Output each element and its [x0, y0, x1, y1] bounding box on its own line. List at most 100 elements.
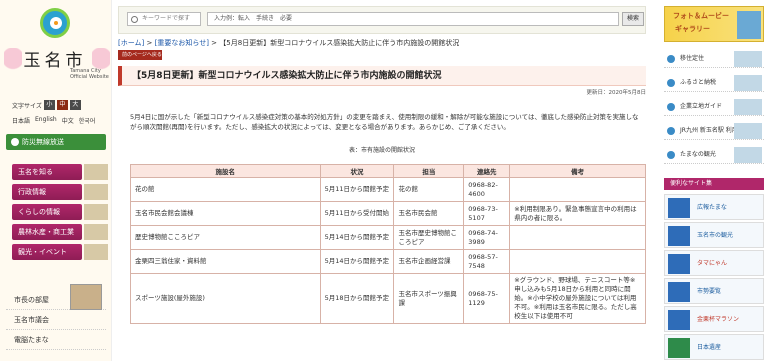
right-link-business[interactable]: 企業立地ガイド [664, 98, 764, 116]
ad-label: 市勢要覧 [697, 288, 722, 295]
breadcrumb-sep: > [211, 39, 218, 47]
main-nav: 玉名を知る 行政情報 くらしの情報 農林水産・商工業 観光・イベント [12, 164, 108, 264]
nav-item-label: くらしの情報 [18, 208, 60, 216]
search-button[interactable]: 検索 [622, 12, 644, 26]
nav-thumbnail [84, 184, 108, 200]
train-icon [667, 127, 675, 135]
right-link-migration[interactable]: 移住定住 [664, 50, 764, 68]
nav-item-label: 行政情報 [18, 188, 46, 196]
cell-phone: 0968-82-4600 [463, 177, 511, 202]
right-link-sightseeing[interactable]: たまなの観光 [664, 146, 764, 164]
header-contact-dept: 担当 [393, 164, 465, 178]
font-size-small-button[interactable]: 小 [43, 100, 55, 110]
link-dennou[interactable]: 電脳たまな [6, 330, 106, 350]
right-link-furusato[interactable]: ふるさと納税 [664, 74, 764, 92]
language-links: 日本語 English 中文 한국어 [12, 116, 95, 125]
city-logo-icon[interactable] [40, 8, 70, 38]
ad-japan-heritage[interactable]: 日本遺産 [664, 334, 764, 360]
cell-dept: 玉名市スポーツ振興課 [393, 273, 465, 324]
page: 玉名市 Tamana City Official Website 文字サイズ 小… [0, 0, 768, 361]
breadcrumb-current: 【5月8日更新】新型コロナウイルス感染拡大防止に伴う市内施設の開館状況 [219, 39, 460, 47]
lang-english-link[interactable]: English [35, 116, 57, 125]
font-size-medium-button[interactable]: 中 [56, 100, 68, 110]
link-thumbnail [734, 51, 762, 67]
link-thumbnail [734, 75, 762, 91]
camera-icon [667, 151, 675, 159]
back-button[interactable]: 前のページへ戻る [118, 50, 162, 60]
right-link-label: ふるさと納税 [680, 79, 717, 86]
facility-table: 施設名 状況 担当 連絡先 備考 花の館 5月11日から開館予定 花の館 096… [130, 164, 646, 324]
link-thumbnail [734, 123, 762, 139]
cell-phone: 0968-73-5107 [463, 201, 511, 226]
nav-thumbnail [84, 244, 108, 260]
font-size-label: 文字サイズ [12, 102, 42, 110]
header-status: 状況 [319, 164, 395, 178]
mayor-photo[interactable] [70, 284, 102, 310]
cell-facility: 金栗四三翁住家・資料館 [130, 249, 321, 274]
right-link-station[interactable]: JR九州 新玉名駅 利用案内 [664, 122, 764, 140]
nav-item-tourism[interactable]: 観光・イベント [12, 244, 108, 260]
search-icon [131, 16, 138, 23]
lang-chinese-link[interactable]: 中文 [62, 116, 74, 125]
cell-notes [509, 177, 646, 202]
cell-status: 5月14日から開館予定 [319, 225, 395, 250]
cherry-blossom-icon [4, 48, 22, 82]
nav-item-admin[interactable]: 行政情報 [12, 184, 108, 200]
cell-notes: ※利用制限あり。緊急事態宣言中の利用は県内の者に限る。 [509, 201, 646, 226]
ad-tourism[interactable]: 玉名市の観光 [664, 222, 764, 248]
right-link-label: 企業立地ガイド [680, 103, 723, 110]
table-header-row: 施設名 状況 担当 連絡先 備考 [130, 164, 646, 178]
table-row: 金栗四三翁住家・資料館 5月14日から開館予定 玉名市企画経営課 0968-57… [130, 249, 646, 274]
ad-koho-tamana[interactable]: 広報たまな [664, 194, 764, 220]
disaster-broadcast-button[interactable]: 防災無線放送 [6, 134, 106, 150]
nav-item-living[interactable]: くらしの情報 [12, 204, 108, 220]
nav-item-about[interactable]: 玉名を知る [12, 164, 108, 180]
body-text: 5月4日に国が示した「新型コロナウイルス感染症対策の基本的対処方針」の変更を踏ま… [130, 113, 639, 131]
table-row: 歴史博物館こころピア 5月14日から開館予定 玉名市歴史博物館こころピア 096… [130, 225, 646, 250]
table-caption: 表：市有施設の開館状況 [348, 147, 415, 154]
ad-city-profile[interactable]: 市勢要覧 [664, 278, 764, 304]
ad-kanakuri-marathon[interactable]: 金栗杯マラソン [664, 306, 764, 332]
banner-thumbnail [737, 11, 761, 39]
lang-korean-link[interactable]: 한국어 [79, 116, 96, 125]
breadcrumb: [ホーム] > [重要なお知らせ] > 【5月8日更新】新型コロナウイルス感染拡… [118, 38, 646, 50]
header-notes: 備考 [509, 164, 646, 178]
cell-notes [509, 225, 646, 250]
banner-line1: フォト＆ムービー [673, 12, 729, 20]
facebook-icon [668, 226, 690, 246]
breadcrumb-sep: > [146, 39, 153, 47]
cell-facility: 花の館 [130, 177, 321, 202]
cell-status: 5月14日から開館予定 [319, 249, 395, 274]
photo-gallery-banner[interactable]: フォト＆ムービー ギャラリー [664, 6, 764, 42]
cell-phone: 0968-75-1129 [463, 273, 511, 324]
cell-facility: 玉名市民会館会議棟 [130, 201, 321, 226]
building-icon [667, 103, 675, 111]
keyword-search-label: キーワードで探す [127, 12, 201, 26]
search-input[interactable]: 入力例：転入 手続き 必要 [207, 12, 619, 26]
search-label-text: キーワードで探す [142, 15, 191, 22]
cell-phone: 0968-57-7548 [463, 249, 511, 274]
search-header: キーワードで探す 入力例：転入 手続き 必要 検索 [118, 6, 646, 34]
speaker-icon [11, 138, 19, 146]
facebook-icon [668, 198, 690, 218]
cell-dept: 玉名市歴史博物館こころピア [393, 225, 465, 250]
breadcrumb-home-link[interactable]: [ホーム] [118, 39, 144, 47]
nav-item-label: 観光・イベント [18, 248, 67, 256]
header-facility: 施設名 [130, 164, 321, 178]
cell-facility: 歴史博物館こころピア [130, 225, 321, 250]
cell-status: 5月18日から開館予定 [319, 273, 395, 324]
updated-date: 更新日：2020年5月8日 [586, 90, 647, 96]
book-icon [668, 282, 690, 302]
nav-item-industry[interactable]: 農林水産・商工業 [12, 224, 108, 240]
nav-item-label: 農林水産・商工業 [18, 228, 74, 236]
cell-dept: 玉名市企画経営課 [393, 249, 465, 274]
breadcrumb-important-link[interactable]: [重要なお知らせ] [155, 39, 209, 47]
ad-tamanyan[interactable]: タマにゃん [664, 250, 764, 276]
lang-japanese-link[interactable]: 日本語 [12, 116, 30, 125]
mascot-icon [668, 254, 690, 274]
cell-phone: 0968-74-3989 [463, 225, 511, 250]
font-size-large-button[interactable]: 大 [69, 100, 81, 110]
link-council[interactable]: 玉名市議会 [6, 310, 106, 330]
cell-dept: 玉名市民会館 [393, 201, 465, 226]
header-phone: 連絡先 [463, 164, 511, 178]
